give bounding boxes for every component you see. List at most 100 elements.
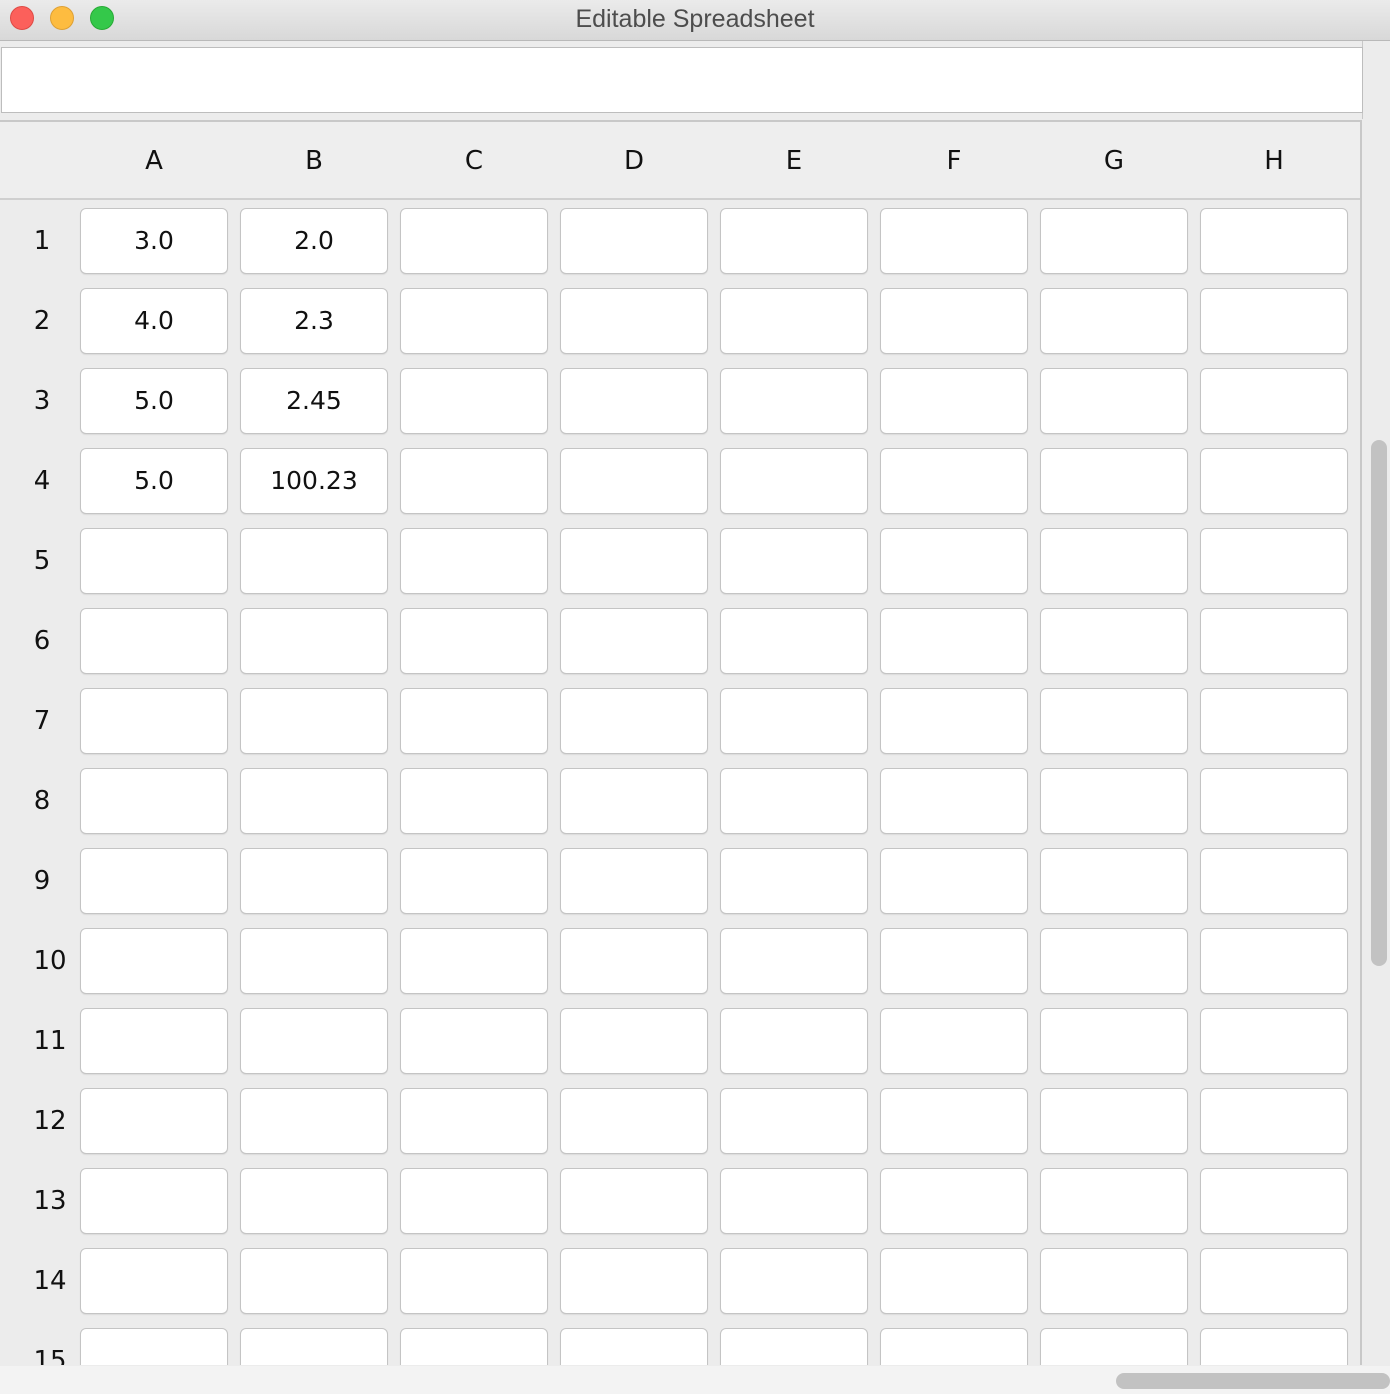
- cell-g8[interactable]: [1040, 768, 1188, 834]
- cell-b9[interactable]: [240, 848, 388, 914]
- cell-c8[interactable]: [400, 768, 548, 834]
- cell-h15[interactable]: [1200, 1328, 1348, 1365]
- cell-e12[interactable]: [720, 1088, 868, 1154]
- cell-d4[interactable]: [560, 448, 708, 514]
- cell-e10[interactable]: [720, 928, 868, 994]
- column-header-e[interactable]: E: [714, 146, 874, 176]
- cell-g11[interactable]: [1040, 1008, 1188, 1074]
- cell-f8[interactable]: [880, 768, 1028, 834]
- cell-d6[interactable]: [560, 608, 708, 674]
- cell-e7[interactable]: [720, 688, 868, 754]
- cell-g15[interactable]: [1040, 1328, 1188, 1365]
- column-header-c[interactable]: C: [394, 146, 554, 176]
- cell-f13[interactable]: [880, 1168, 1028, 1234]
- cell-f5[interactable]: [880, 528, 1028, 594]
- cell-f1[interactable]: [880, 208, 1028, 274]
- cell-c9[interactable]: [400, 848, 548, 914]
- cell-b4[interactable]: 100.23: [240, 448, 388, 514]
- column-header-b[interactable]: B: [234, 146, 394, 176]
- cell-h3[interactable]: [1200, 368, 1348, 434]
- cell-g5[interactable]: [1040, 528, 1188, 594]
- row-header[interactable]: 5: [0, 546, 84, 576]
- cell-d8[interactable]: [560, 768, 708, 834]
- cell-f11[interactable]: [880, 1008, 1028, 1074]
- cell-d9[interactable]: [560, 848, 708, 914]
- cell-d12[interactable]: [560, 1088, 708, 1154]
- cell-g13[interactable]: [1040, 1168, 1188, 1234]
- cell-a1[interactable]: 3.0: [80, 208, 228, 274]
- cell-f10[interactable]: [880, 928, 1028, 994]
- row-header[interactable]: 2: [0, 306, 84, 336]
- cell-a3[interactable]: 5.0: [80, 368, 228, 434]
- cell-c1[interactable]: [400, 208, 548, 274]
- cell-e6[interactable]: [720, 608, 868, 674]
- formula-input[interactable]: [1, 47, 1363, 113]
- cell-a2[interactable]: 4.0: [80, 288, 228, 354]
- row-header[interactable]: 7: [0, 706, 84, 736]
- vertical-scrollbar-thumb[interactable]: [1371, 440, 1387, 966]
- cell-d13[interactable]: [560, 1168, 708, 1234]
- cell-e2[interactable]: [720, 288, 868, 354]
- cell-c12[interactable]: [400, 1088, 548, 1154]
- cell-e15[interactable]: [720, 1328, 868, 1365]
- cell-h5[interactable]: [1200, 528, 1348, 594]
- row-header[interactable]: 4: [0, 466, 84, 496]
- cell-f9[interactable]: [880, 848, 1028, 914]
- cell-c2[interactable]: [400, 288, 548, 354]
- cell-g1[interactable]: [1040, 208, 1188, 274]
- cell-b6[interactable]: [240, 608, 388, 674]
- cell-g12[interactable]: [1040, 1088, 1188, 1154]
- cell-h2[interactable]: [1200, 288, 1348, 354]
- cell-c4[interactable]: [400, 448, 548, 514]
- cell-e5[interactable]: [720, 528, 868, 594]
- cell-d2[interactable]: [560, 288, 708, 354]
- cell-b2[interactable]: 2.3: [240, 288, 388, 354]
- cell-b1[interactable]: 2.0: [240, 208, 388, 274]
- cell-c15[interactable]: [400, 1328, 548, 1365]
- cell-d5[interactable]: [560, 528, 708, 594]
- cell-h9[interactable]: [1200, 848, 1348, 914]
- row-header[interactable]: 8: [0, 786, 84, 816]
- cell-b7[interactable]: [240, 688, 388, 754]
- cell-f14[interactable]: [880, 1248, 1028, 1314]
- cell-g9[interactable]: [1040, 848, 1188, 914]
- cell-g2[interactable]: [1040, 288, 1188, 354]
- cell-b12[interactable]: [240, 1088, 388, 1154]
- cell-c3[interactable]: [400, 368, 548, 434]
- cell-d3[interactable]: [560, 368, 708, 434]
- cell-h8[interactable]: [1200, 768, 1348, 834]
- cell-b14[interactable]: [240, 1248, 388, 1314]
- column-header-d[interactable]: D: [554, 146, 714, 176]
- cell-a14[interactable]: [80, 1248, 228, 1314]
- cell-a6[interactable]: [80, 608, 228, 674]
- cell-c7[interactable]: [400, 688, 548, 754]
- cell-h4[interactable]: [1200, 448, 1348, 514]
- cell-f4[interactable]: [880, 448, 1028, 514]
- cell-a5[interactable]: [80, 528, 228, 594]
- cell-g10[interactable]: [1040, 928, 1188, 994]
- cell-b5[interactable]: [240, 528, 388, 594]
- cell-h1[interactable]: [1200, 208, 1348, 274]
- cell-b8[interactable]: [240, 768, 388, 834]
- cell-b3[interactable]: 2.45: [240, 368, 388, 434]
- cell-e11[interactable]: [720, 1008, 868, 1074]
- cell-f7[interactable]: [880, 688, 1028, 754]
- cell-f6[interactable]: [880, 608, 1028, 674]
- row-header[interactable]: 6: [0, 626, 84, 656]
- cell-f3[interactable]: [880, 368, 1028, 434]
- cell-c14[interactable]: [400, 1248, 548, 1314]
- column-header-h[interactable]: H: [1194, 146, 1354, 176]
- row-header[interactable]: 3: [0, 386, 84, 416]
- cell-f2[interactable]: [880, 288, 1028, 354]
- cell-a12[interactable]: [80, 1088, 228, 1154]
- cell-e3[interactable]: [720, 368, 868, 434]
- cell-h12[interactable]: [1200, 1088, 1348, 1154]
- cell-c6[interactable]: [400, 608, 548, 674]
- cell-d7[interactable]: [560, 688, 708, 754]
- cell-c11[interactable]: [400, 1008, 548, 1074]
- cell-h11[interactable]: [1200, 1008, 1348, 1074]
- column-header-f[interactable]: F: [874, 146, 1034, 176]
- cell-g3[interactable]: [1040, 368, 1188, 434]
- cell-h14[interactable]: [1200, 1248, 1348, 1314]
- cell-h7[interactable]: [1200, 688, 1348, 754]
